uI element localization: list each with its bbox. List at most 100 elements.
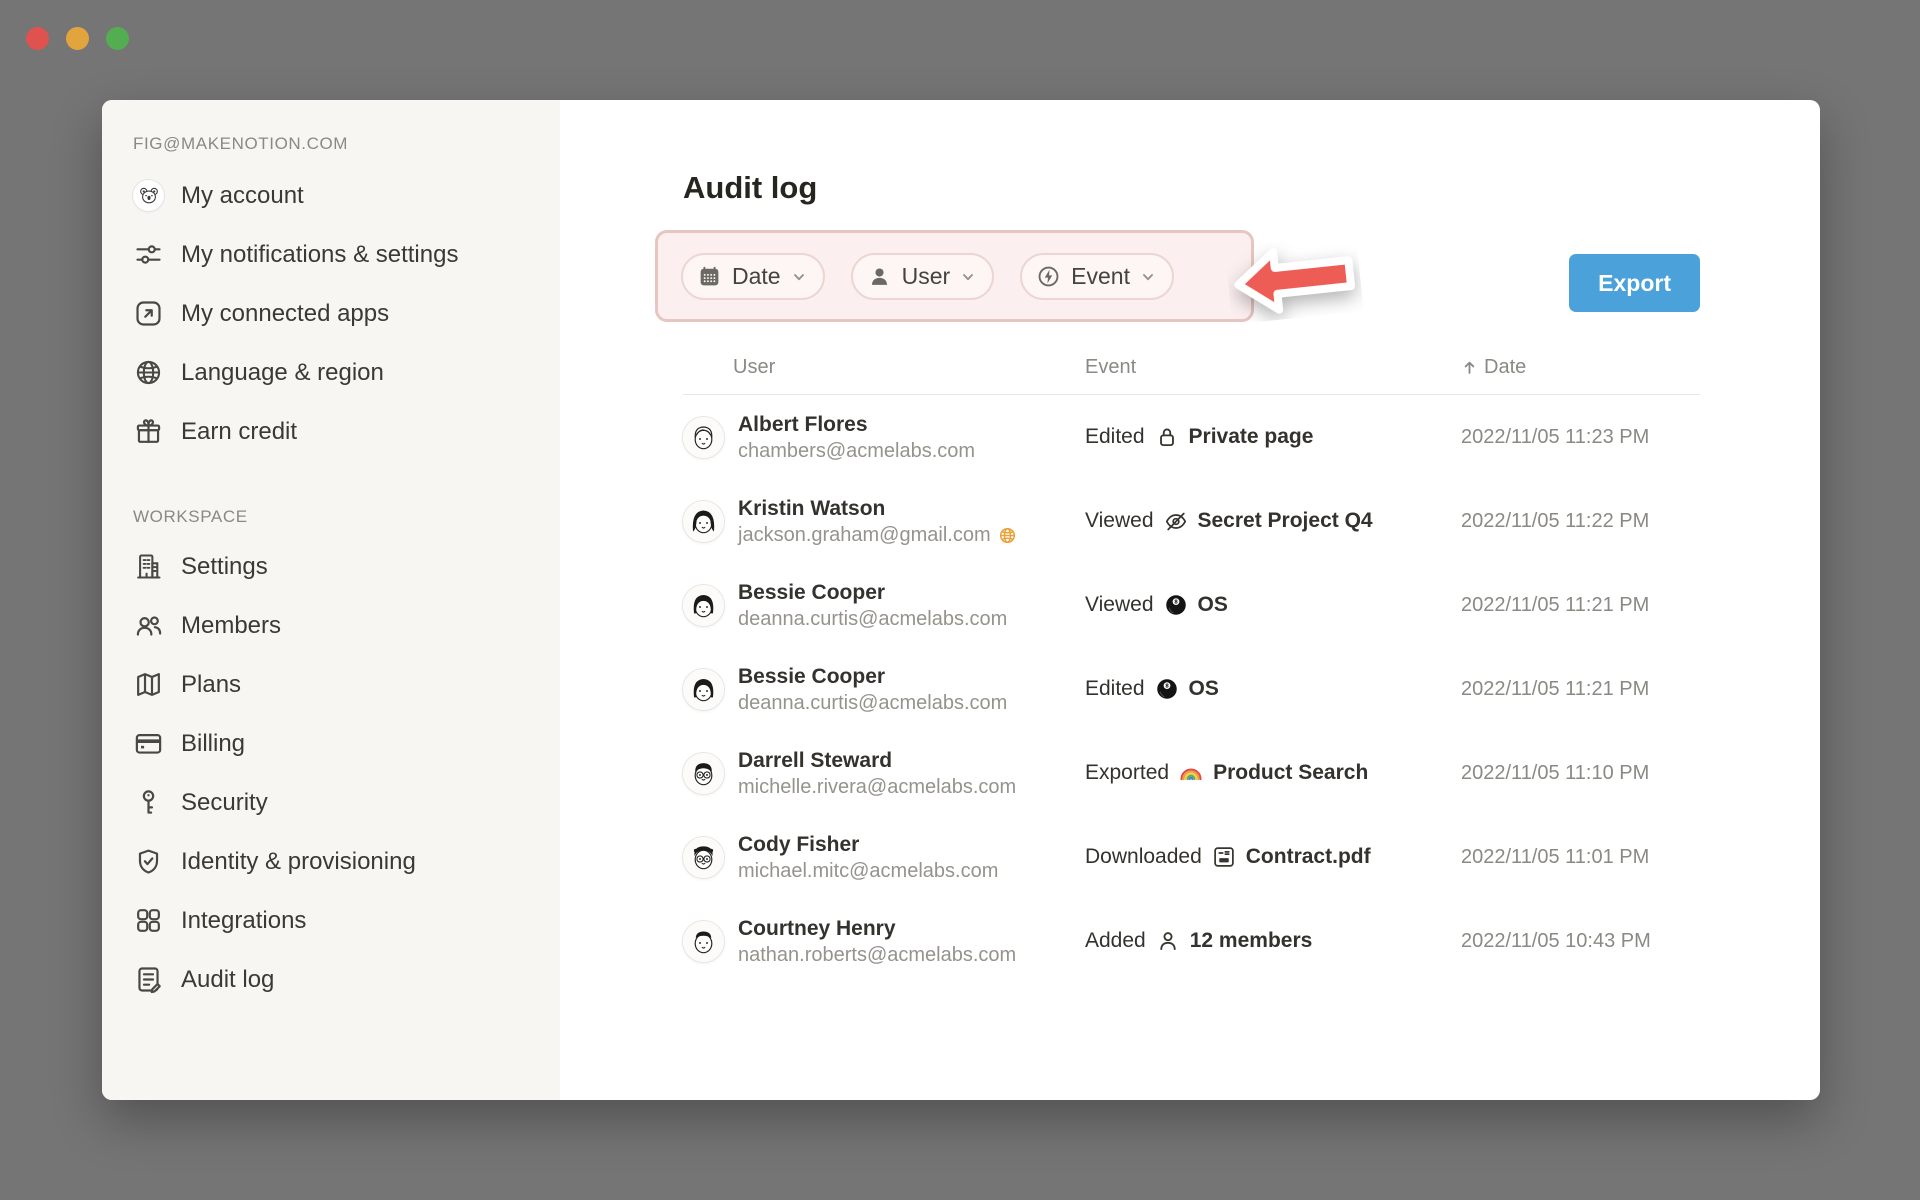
sidebar-item-settings[interactable]: Settings xyxy=(102,537,560,596)
sidebar-item-label: My connected apps xyxy=(181,300,389,328)
map-icon xyxy=(133,669,164,700)
calendar-icon xyxy=(697,264,722,289)
filter-highlight-box: Date User Event xyxy=(655,230,1254,322)
zoom-button[interactable] xyxy=(106,27,129,50)
sidebar-item-security[interactable]: Security xyxy=(102,773,560,832)
globe-icon xyxy=(133,357,164,388)
user-email-text: jackson.graham@gmail.com xyxy=(738,523,991,548)
avatar xyxy=(683,669,724,710)
sidebar-workspace-list: Settings Members Plans Billing Security Ident… xyxy=(102,537,560,1009)
user-name: Darrell Steward xyxy=(738,747,1016,775)
user-email-text: chambers@acmelabs.com xyxy=(738,439,975,464)
main-content: Audit log DateUserEvent Export User Even… xyxy=(560,100,1820,1100)
table-row: Kristin Watsonjackson.graham@gmail.com Vi… xyxy=(683,479,1700,563)
user-email: nathan.roberts@acmelabs.com xyxy=(738,943,1016,968)
sidebar-item-my-connected-apps[interactable]: My connected apps xyxy=(102,284,560,343)
filter-user-button[interactable]: User xyxy=(851,253,995,300)
sidebar-item-label: My notifications & settings xyxy=(181,241,458,269)
date-cell: 2022/11/05 11:22 PM xyxy=(1461,510,1700,533)
sliders-icon xyxy=(133,239,164,270)
event-cell: Viewed8OS xyxy=(1085,592,1461,618)
avatar xyxy=(683,501,724,542)
date-cell: 2022/11/05 11:21 PM xyxy=(1461,678,1700,701)
audit-log-table: User Event Date Albert Floreschambers@ac… xyxy=(683,356,1700,983)
people-icon xyxy=(133,610,164,641)
event-action: Edited xyxy=(1085,425,1145,449)
minimize-button[interactable] xyxy=(66,27,89,50)
user-email-text: nathan.roberts@acmelabs.com xyxy=(738,943,1016,968)
sidebar-item-label: Settings xyxy=(181,553,268,581)
event-action: Viewed xyxy=(1085,509,1154,533)
table-row: Cody Fishermichael.mitc@acmelabs.comDown… xyxy=(683,815,1700,899)
filter-row: Date User Event Export xyxy=(683,230,1700,322)
column-header-date[interactable]: Date xyxy=(1461,356,1700,379)
svg-text:8: 8 xyxy=(1174,599,1178,605)
sidebar-item-label: Earn credit xyxy=(181,418,297,446)
user-text: Bessie Cooperdeanna.curtis@acmelabs.com xyxy=(738,663,1007,716)
user-email: chambers@acmelabs.com xyxy=(738,439,975,464)
event-cell: Downloaded Contract.pdf xyxy=(1085,844,1461,870)
event-object: 12 members xyxy=(1190,929,1313,953)
user-email: deanna.curtis@acmelabs.com xyxy=(738,607,1007,632)
chevron-down-icon xyxy=(1140,269,1156,285)
event-bolt-icon xyxy=(1036,264,1061,289)
person-icon xyxy=(1155,928,1181,954)
event-object: Contract.pdf xyxy=(1246,845,1371,869)
rainbow-icon xyxy=(1178,760,1204,786)
sidebar-item-my-notifications-settings[interactable]: My notifications & settings xyxy=(102,225,560,284)
sidebar-item-identity-provisioning[interactable]: Identity & provisioning xyxy=(102,832,560,891)
user-cell: Bessie Cooperdeanna.curtis@acmelabs.com xyxy=(683,663,1085,716)
sidebar-item-label: Plans xyxy=(181,671,241,699)
user-text: Kristin Watsonjackson.graham@gmail.com xyxy=(738,495,1017,548)
event-action: Downloaded xyxy=(1085,845,1202,869)
sidebar-item-label: Identity & provisioning xyxy=(181,848,416,876)
user-email: michelle.rivera@acmelabs.com xyxy=(738,775,1016,800)
sidebar-item-earn-credit[interactable]: Earn credit xyxy=(102,402,560,461)
user-email-text: michael.mitc@acmelabs.com xyxy=(738,859,998,884)
filter-date-button[interactable]: Date xyxy=(681,253,825,300)
eye-off-icon xyxy=(1163,508,1189,534)
export-button[interactable]: Export xyxy=(1569,254,1700,312)
sidebar-item-label: My account xyxy=(181,182,304,210)
user-name: Courtney Henry xyxy=(738,915,1016,943)
sidebar-item-my-account[interactable]: My account xyxy=(102,166,560,225)
filter-label: Event xyxy=(1071,263,1130,290)
date-cell: 2022/11/05 10:43 PM xyxy=(1461,930,1700,953)
user-name: Kristin Watson xyxy=(738,495,1017,523)
sidebar-item-label: Security xyxy=(181,789,268,817)
sidebar-account-list: My account My notifications & settings My … xyxy=(102,166,560,461)
table-row: Bessie Cooperdeanna.curtis@acmelabs.com E… xyxy=(683,647,1700,731)
filter-event-button[interactable]: Event xyxy=(1020,253,1174,300)
sidebar-item-audit-log[interactable]: Audit log xyxy=(102,950,560,1009)
user-email-text: michelle.rivera@acmelabs.com xyxy=(738,775,1016,800)
table-row: Darrell Stewardmichelle.rivera@acmelabs.… xyxy=(683,731,1700,815)
sidebar-item-billing[interactable]: Billing xyxy=(102,714,560,773)
event-object: OS xyxy=(1189,677,1219,701)
user-email-text: deanna.curtis@acmelabs.com xyxy=(738,607,1007,632)
shield-check-icon xyxy=(133,846,164,877)
event-cell: EditedPrivate page xyxy=(1085,424,1461,450)
sidebar-item-integrations[interactable]: Integrations xyxy=(102,891,560,950)
chevron-down-icon xyxy=(960,269,976,285)
sidebar-item-members[interactable]: Members xyxy=(102,596,560,655)
user-text: Bessie Cooperdeanna.curtis@acmelabs.com xyxy=(738,579,1007,632)
event-object: Secret Project Q4 xyxy=(1198,509,1373,533)
avatar xyxy=(683,417,724,458)
event-cell: ExportedProduct Search xyxy=(1085,760,1461,786)
user-email: michael.mitc@acmelabs.com xyxy=(738,859,998,884)
event-action: Exported xyxy=(1085,761,1169,785)
account-email-header: FIG@MAKENOTION.COM xyxy=(133,134,560,154)
globe-orange-icon xyxy=(998,526,1017,545)
event-action: Edited xyxy=(1085,677,1145,701)
avatar xyxy=(683,921,724,962)
key-icon xyxy=(133,787,164,818)
sidebar-item-language-region[interactable]: Language & region xyxy=(102,343,560,402)
user-name: Bessie Cooper xyxy=(738,663,1007,691)
filter-label: Date xyxy=(732,263,781,290)
user-cell: Courtney Henrynathan.roberts@acmelabs.co… xyxy=(683,915,1085,968)
sidebar-item-plans[interactable]: Plans xyxy=(102,655,560,714)
sort-ascending-icon xyxy=(1461,359,1478,376)
user-cell: Kristin Watsonjackson.graham@gmail.com xyxy=(683,495,1085,548)
sidebar-item-label: Language & region xyxy=(181,359,384,387)
close-button[interactable] xyxy=(26,27,49,50)
